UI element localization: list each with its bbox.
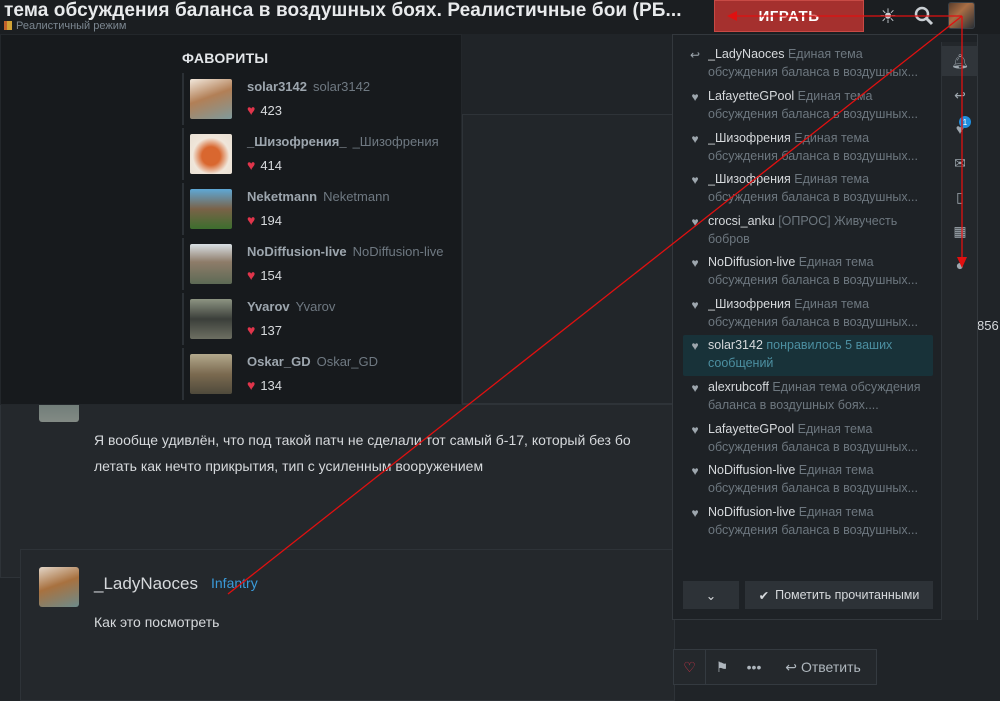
report-flag-icon[interactable]: ⚑ [706, 650, 738, 684]
favorite-name: Oskar_GD Oskar_GD [247, 354, 378, 369]
post-actions: ♡ ⚑ ••• ↩ Ответить [673, 649, 877, 685]
post-text-line: летать как нечто прикрытия, тип с усилен… [94, 458, 484, 474]
like-button[interactable]: ♡ [674, 650, 706, 684]
favorite-item[interactable]: Neketmann Neketmann ♥ 194 [182, 183, 462, 235]
notification-item[interactable]: ♥ LafayetteGPool Единая тема обсуждения б… [683, 420, 933, 460]
heart-icon: ♥ [247, 322, 256, 338]
bell-icon[interactable]: 🔔︎ [942, 46, 978, 76]
check-icon: ✔ [758, 588, 770, 603]
favorite-item[interactable]: Yvarov Yvarov ♥ 137 [182, 293, 462, 345]
notification-item[interactable]: ♥ _Шизофрения Единая тема обсуждения бала… [683, 129, 933, 169]
favorite-name: solar3142 solar3142 [247, 79, 371, 94]
heart-icon: ♥ [691, 256, 699, 270]
notification-item[interactable]: ♥ NoDiffusion-live Единая тема обсуждения… [683, 253, 933, 293]
subtitle-label: Реалистичный режим [16, 20, 127, 32]
mark-read-button[interactable]: ✔ Пометить прочитанными [745, 581, 933, 609]
notification-item[interactable]: ♥ alexrubcoff Единая тема обсуждения бала… [683, 378, 933, 418]
page-title: тема обсуждения баланса в воздушных боях… [4, 0, 682, 21]
heart-icon: ♥ [691, 423, 699, 437]
post-role[interactable]: Infantry [211, 575, 258, 591]
heart-icon: ♥ [691, 506, 699, 520]
heart-icon: ♥ [691, 215, 699, 229]
favorite-likes: ♥ 154 [247, 267, 283, 283]
favorite-avatar [190, 244, 232, 284]
favorite-likes: ♥ 414 [247, 157, 283, 173]
heart-icon: ♥ [691, 173, 699, 187]
reply-icon: ↩ [689, 48, 701, 62]
bookmark-icon[interactable]: ▯ [942, 182, 978, 212]
post-text-line: Я вообще удивлён, что под такой патч не … [94, 432, 631, 448]
favorite-name: Yvarov Yvarov [247, 299, 336, 314]
reply-icon[interactable]: ↩ [942, 80, 978, 110]
forum-subtitle[interactable]: Реалистичный режим [4, 20, 126, 32]
favorites-heading: ФАВОРИТЫ [182, 50, 269, 66]
favorite-likes: ♥ 134 [247, 377, 283, 393]
favorite-name: NoDiffusion-live NoDiffusion-live [247, 244, 444, 259]
notification-item[interactable]: ♥ crocsi_anku [ОПРОС] Живучесть бобров [683, 212, 933, 252]
notification-item[interactable]: ↩ _LadyNaoces Единая тема обсуждения бала… [683, 45, 933, 85]
heart-icon: ♥ [247, 157, 256, 173]
favorite-likes: ♥ 423 [247, 102, 283, 118]
heart-icon[interactable]: ♥ 1 [942, 114, 978, 144]
notification-item[interactable]: ♥ LafayetteGPool Единая тема обсуждения б… [683, 87, 933, 127]
notification-item[interactable]: ♥ solar3142 понравилось 5 ваших сообщений [683, 335, 933, 376]
heart-icon: ♥ [691, 298, 699, 312]
favorite-item[interactable]: solar3142 solar3142 ♥ 423 [182, 73, 462, 125]
heart-icon: ♥ [247, 377, 256, 393]
more-options-icon[interactable]: ••• [738, 650, 770, 684]
envelope-icon[interactable]: ✉ [942, 148, 978, 178]
heart-icon: ♥ [691, 90, 699, 104]
favorites-panel: ФАВОРИТЫ solar3142 solar3142 ♥ 423 _Шизофр… [0, 34, 462, 405]
favorite-name: Neketmann Neketmann [247, 189, 390, 204]
user-icon[interactable]: ● [942, 250, 978, 280]
heart-icon: ♥ [247, 212, 256, 228]
favorite-likes: ♥ 194 [247, 212, 283, 228]
post-avatar[interactable] [39, 567, 79, 607]
favorite-likes: ♥ 137 [247, 322, 283, 338]
notification-item[interactable]: ♥ NoDiffusion-live Единая тема обсуждения… [683, 503, 933, 543]
notification-item[interactable]: ♥ _Шизофрения Единая тема обсуждения бала… [683, 295, 933, 335]
favorite-avatar [190, 134, 232, 174]
favorite-avatar [190, 354, 232, 394]
favorite-item[interactable]: _Шизофрения_ _Шизофрения ♥ 414 [182, 128, 462, 180]
heart-icon: ♥ [691, 381, 699, 395]
notifications-sidebar: 🔔︎ ↩ ♥ 1 ✉ ▯ ▦ ● [941, 42, 978, 620]
favorite-item[interactable]: Oskar_GD Oskar_GD ♥ 134 [182, 348, 462, 400]
notification-item[interactable]: ♥ NoDiffusion-live Единая тема обсуждения… [683, 461, 933, 501]
expand-button[interactable]: ⌄ [683, 581, 739, 609]
reply-button[interactable]: ↩ Ответить [770, 650, 876, 684]
search-icon[interactable] [911, 4, 937, 28]
notification-item[interactable]: ♥ _Шизофрения Единая тема обсуждения бала… [683, 170, 933, 210]
heart-icon: ♥ [691, 464, 699, 478]
favorite-avatar [190, 189, 232, 229]
notification-badge: 1 [959, 116, 971, 128]
heart-icon: ♥ [247, 267, 256, 283]
reply-label: Ответить [800, 659, 861, 675]
reply-icon: ↩ [785, 658, 797, 675]
top-bar: тема обсуждения баланса в воздушных боях… [0, 0, 1000, 34]
grid-icon[interactable]: ▦ [942, 216, 978, 246]
category-mark-icon [4, 21, 12, 30]
play-button[interactable]: ИГРАТЬ [714, 0, 864, 32]
side-number: 856 [977, 318, 999, 333]
favorite-avatar [190, 299, 232, 339]
theme-sun-icon[interactable]: ☀ [875, 4, 901, 28]
user-avatar[interactable] [948, 2, 975, 29]
post-text: Как это посмотреть [94, 614, 220, 630]
heart-icon: ♥ [247, 102, 256, 118]
post-author[interactable]: _LadyNaoces [94, 574, 198, 594]
mark-read-label: Пометить прочитанными [775, 588, 920, 602]
favorite-name: _Шизофрения_ _Шизофрения [247, 134, 439, 149]
chevron-down-icon: ⌄ [705, 588, 717, 603]
favorite-avatar [190, 79, 232, 119]
heart-icon: ♥ [691, 132, 699, 146]
heart-icon: ♥ [691, 339, 699, 353]
favorite-item[interactable]: NoDiffusion-live NoDiffusion-live ♥ 154 [182, 238, 462, 290]
